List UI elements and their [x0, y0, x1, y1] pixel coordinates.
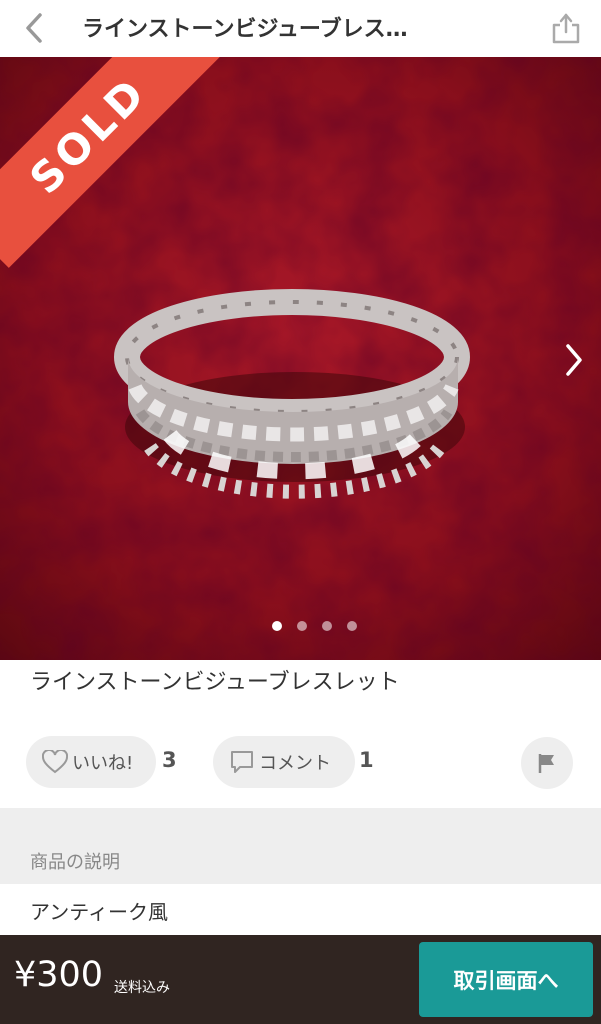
description-text: アンティーク風 — [30, 900, 168, 924]
trade-screen-button[interactable]: 取引画面へ — [419, 942, 593, 1017]
like-button[interactable]: いいね! — [26, 736, 156, 788]
comment-icon — [231, 751, 253, 773]
back-button[interactable] — [14, 8, 54, 48]
heart-icon — [42, 750, 68, 774]
like-count: 3 — [162, 748, 177, 772]
description-heading: 商品の説明 — [30, 852, 120, 873]
page-title: ラインストーンビジューブレス… — [82, 17, 408, 42]
comment-label: コメント — [259, 753, 331, 774]
chevron-left-icon — [26, 13, 42, 43]
comment-button[interactable]: コメント — [213, 736, 355, 788]
description-header: 商品の説明 — [0, 808, 601, 884]
top-nav-bar: ラインストーンビジューブレス… — [0, 0, 601, 57]
item-name: ラインストーンビジューブレスレット — [30, 670, 400, 695]
shipping-note: 送料込み — [114, 980, 170, 996]
price: ¥300 — [14, 955, 104, 995]
comment-count: 1 — [359, 748, 374, 772]
chevron-right-icon — [566, 344, 582, 376]
purchase-bar: ¥300 送料込み 取引画面へ — [0, 935, 601, 1024]
next-image-button[interactable] — [556, 340, 592, 380]
carousel-dot[interactable] — [272, 621, 282, 631]
carousel-dots — [14, 621, 601, 631]
product-image-carousel[interactable]: SOLD — [0, 57, 601, 660]
report-button[interactable] — [521, 737, 573, 789]
share-button[interactable] — [544, 6, 588, 50]
flag-icon — [538, 754, 554, 773]
like-label: いいね! — [72, 753, 134, 774]
carousel-dot[interactable] — [297, 621, 307, 631]
carousel-dot[interactable] — [347, 621, 357, 631]
carousel-dot[interactable] — [322, 621, 332, 631]
share-icon — [552, 13, 580, 44]
